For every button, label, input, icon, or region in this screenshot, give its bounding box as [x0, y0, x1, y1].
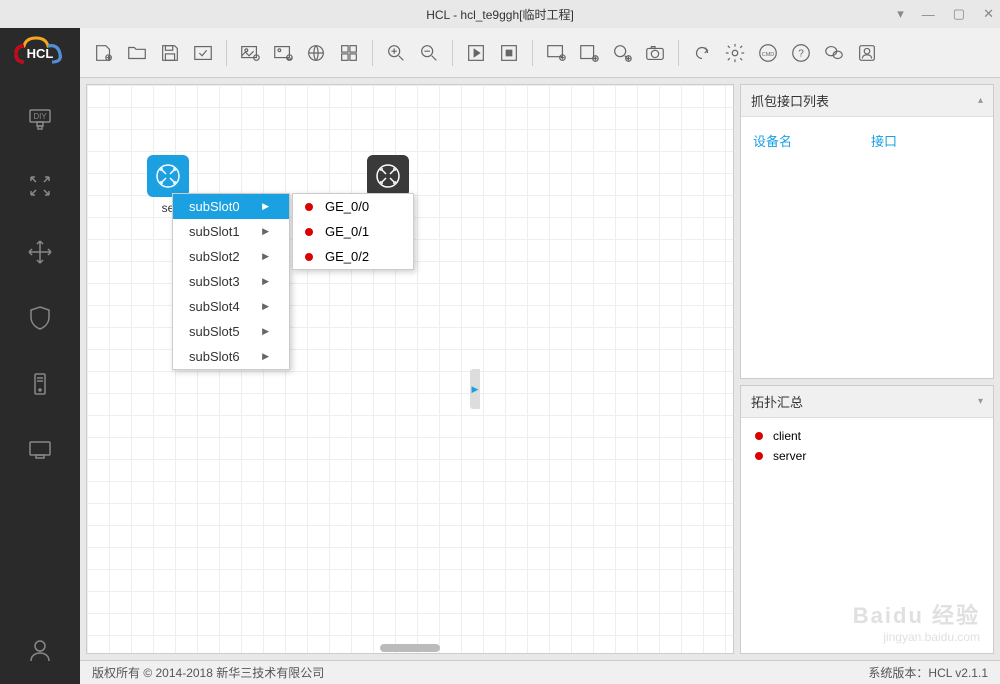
- capture-panel: 抓包接口列表 ▴ 设备名 接口: [740, 84, 994, 379]
- title-bar: HCL - hcl_te9ggh[临时工程] ▾ — ▢ ✕: [0, 0, 1000, 28]
- menu-item-subslot6[interactable]: subSlot6▶: [173, 344, 289, 369]
- canvas-area: se subSlot0▶ subSlot1▶ subSlot2▶ subSlot…: [80, 78, 740, 660]
- right-panels: 抓包接口列表 ▴ 设备名 接口 拓扑汇总 ▾: [740, 78, 1000, 660]
- menu-item-subslot3[interactable]: subSlot3▶: [173, 269, 289, 294]
- left-sidebar: HCL DIY: [0, 28, 80, 684]
- cmd-button[interactable]: CMD: [754, 39, 782, 67]
- capture-col-interface[interactable]: 接口: [867, 125, 985, 156]
- menu-item-subslot4[interactable]: subSlot4▶: [173, 294, 289, 319]
- new-file-button[interactable]: [90, 39, 118, 67]
- menu-item-subslot5[interactable]: subSlot5▶: [173, 319, 289, 344]
- capture-col-device[interactable]: 设备名: [749, 125, 867, 156]
- expand-tool-icon[interactable]: [26, 172, 54, 200]
- menu-item-subslot0[interactable]: subSlot0▶: [173, 194, 289, 219]
- topology-item-client[interactable]: client: [749, 426, 985, 446]
- save-as-button[interactable]: [189, 39, 217, 67]
- chevron-right-icon: ▶: [262, 301, 269, 312]
- help-button[interactable]: ?: [787, 39, 815, 67]
- status-dot-icon: [755, 432, 763, 440]
- context-submenu: GE_0/0 GE_0/1 GE_0/2: [292, 193, 414, 270]
- collapse-icon[interactable]: ▾: [978, 396, 983, 407]
- save-button[interactable]: [156, 39, 184, 67]
- contact-button[interactable]: [853, 39, 881, 67]
- capture-panel-title: 抓包接口列表: [751, 91, 829, 110]
- svg-text:HCL: HCL: [27, 46, 54, 61]
- chevron-right-icon: ▶: [262, 351, 269, 362]
- submenu-item-ge00[interactable]: GE_0/0: [293, 194, 413, 219]
- toolbar: CMD ?: [80, 28, 1000, 78]
- user-tool-icon[interactable]: [26, 636, 54, 664]
- app-logo: HCL: [0, 28, 80, 78]
- context-menu: subSlot0▶ subSlot1▶ subSlot2▶ subSlot3▶ …: [172, 193, 290, 370]
- grid-button[interactable]: [335, 39, 363, 67]
- open-file-button[interactable]: [123, 39, 151, 67]
- topology-panel: 拓扑汇总 ▾ client server: [740, 385, 994, 654]
- diy-tool-icon[interactable]: DIY: [26, 106, 54, 134]
- device-client[interactable]: [367, 155, 409, 197]
- server-tool-icon[interactable]: [26, 370, 54, 398]
- submenu-item-ge01[interactable]: GE_0/1: [293, 219, 413, 244]
- window-controls: ▾ — ▢ ✕: [897, 6, 994, 22]
- capture-panel-header[interactable]: 抓包接口列表 ▴: [741, 85, 993, 117]
- globe-button[interactable]: [302, 39, 330, 67]
- status-bar: 版权所有 © 2014-2018 新华三技术有限公司 系统版本：HCL v2.1…: [80, 660, 1000, 684]
- chevron-right-icon: ▶: [262, 276, 269, 287]
- move-tool-icon[interactable]: [26, 238, 54, 266]
- status-dot-icon: [755, 452, 763, 460]
- image-add-button[interactable]: [236, 39, 264, 67]
- topology-panel-title: 拓扑汇总: [751, 392, 803, 411]
- svg-text:DIY: DIY: [33, 112, 47, 121]
- router-icon: [367, 155, 409, 197]
- play-button[interactable]: [462, 39, 490, 67]
- window-title: HCL - hcl_te9ggh[临时工程]: [426, 6, 574, 23]
- monitor-tool-icon[interactable]: [26, 436, 54, 464]
- chevron-right-icon: ▶: [262, 226, 269, 237]
- status-dot-icon: [305, 228, 313, 236]
- settings-button[interactable]: [721, 39, 749, 67]
- topology-item-server[interactable]: server: [749, 446, 985, 466]
- svg-text:?: ?: [798, 48, 804, 59]
- status-dot-icon: [305, 203, 313, 211]
- camera-button[interactable]: [641, 39, 669, 67]
- copyright-text: 版权所有 © 2014-2018 新华三技术有限公司: [92, 664, 324, 681]
- close-button[interactable]: ✕: [983, 6, 994, 22]
- stop-button[interactable]: [495, 39, 523, 67]
- dropdown-icon[interactable]: ▾: [897, 6, 904, 22]
- shield-tool-icon[interactable]: [26, 304, 54, 332]
- menu-item-subslot2[interactable]: subSlot2▶: [173, 244, 289, 269]
- minimize-button[interactable]: —: [922, 7, 935, 22]
- canvas[interactable]: se subSlot0▶ subSlot1▶ subSlot2▶ subSlot…: [86, 84, 734, 654]
- version-text: 系统版本：HCL v2.1.1: [868, 664, 988, 681]
- chevron-right-icon: ▶: [262, 326, 269, 337]
- undo-button[interactable]: [688, 39, 716, 67]
- chevron-right-icon: ▶: [262, 201, 269, 212]
- search-add-button[interactable]: [608, 39, 636, 67]
- svg-text:CMD: CMD: [762, 51, 775, 57]
- horizontal-scrollbar[interactable]: [87, 643, 733, 653]
- router-icon: [147, 155, 189, 197]
- window-add-button[interactable]: [575, 39, 603, 67]
- monitor-add-button[interactable]: [542, 39, 570, 67]
- topology-panel-header[interactable]: 拓扑汇总 ▾: [741, 386, 993, 418]
- zoom-in-button[interactable]: [382, 39, 410, 67]
- menu-item-subslot1[interactable]: subSlot1▶: [173, 219, 289, 244]
- collapse-icon[interactable]: ▴: [978, 95, 983, 106]
- panel-splitter[interactable]: ▶: [470, 369, 480, 409]
- image-refresh-button[interactable]: [269, 39, 297, 67]
- zoom-out-button[interactable]: [415, 39, 443, 67]
- chevron-right-icon: ▶: [262, 251, 269, 262]
- submenu-item-ge02[interactable]: GE_0/2: [293, 244, 413, 269]
- maximize-button[interactable]: ▢: [953, 6, 965, 22]
- wechat-button[interactable]: [820, 39, 848, 67]
- status-dot-icon: [305, 253, 313, 261]
